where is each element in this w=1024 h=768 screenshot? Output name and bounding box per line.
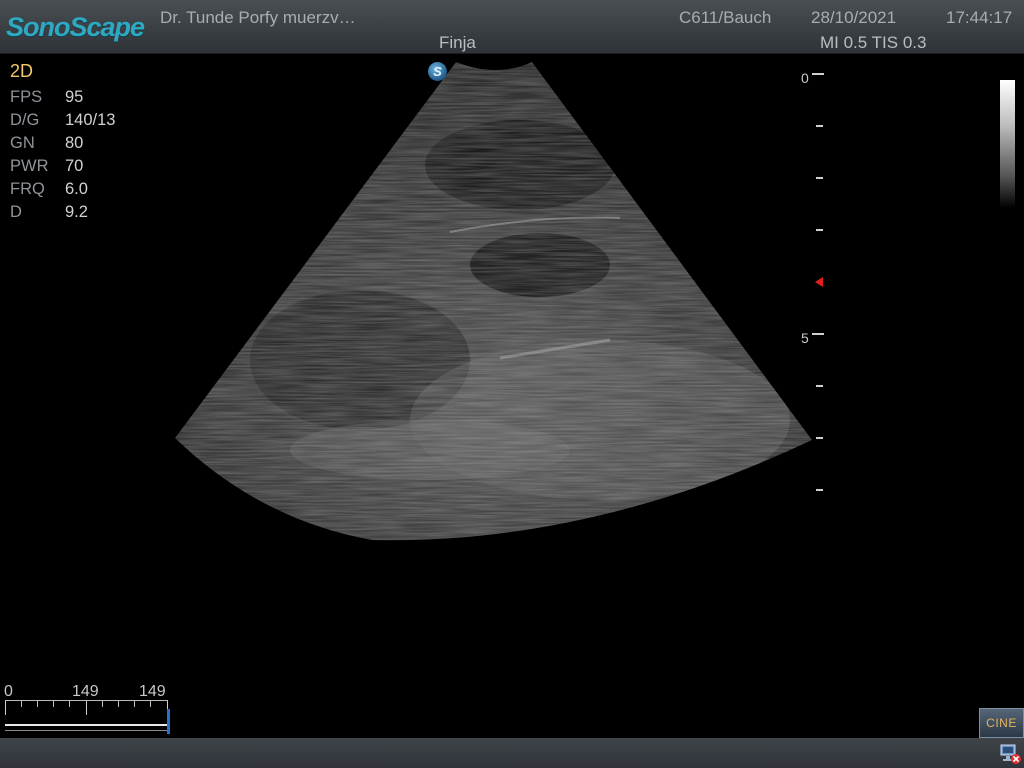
cine-tick bbox=[134, 701, 135, 707]
depth-tick bbox=[816, 177, 823, 179]
cine-button[interactable]: CINE bbox=[979, 708, 1024, 738]
depth-tick bbox=[816, 489, 823, 491]
param-row: FPS 95 bbox=[10, 88, 84, 106]
cine-tick bbox=[69, 701, 70, 707]
depth-tick bbox=[812, 73, 824, 75]
cine-tick bbox=[86, 701, 87, 715]
param-row: PWR 70 bbox=[10, 157, 84, 175]
cine-total-frames: 149 bbox=[139, 683, 166, 700]
depth-tick bbox=[816, 437, 823, 439]
depth-tick bbox=[816, 385, 823, 387]
depth-label: 0 bbox=[801, 70, 809, 86]
cine-tick bbox=[5, 701, 6, 715]
grayscale-map-bar bbox=[1000, 80, 1015, 208]
ultrasound-image bbox=[175, 62, 812, 541]
param-row: GN 80 bbox=[10, 134, 84, 152]
param-row: D/G 140/13 bbox=[10, 111, 116, 129]
cine-tick bbox=[21, 701, 22, 707]
cine-tick bbox=[150, 701, 151, 707]
cine-start-frame: 0 bbox=[4, 683, 13, 700]
cine-tick bbox=[53, 701, 54, 707]
depth-tick bbox=[812, 333, 824, 335]
cine-position-marker[interactable] bbox=[167, 709, 170, 734]
cine-timeline-bottom bbox=[5, 730, 168, 731]
cine-timeline[interactable] bbox=[5, 700, 168, 734]
focus-marker-icon[interactable] bbox=[815, 277, 823, 287]
cine-progress-line bbox=[5, 724, 168, 726]
bottom-status-bar bbox=[0, 738, 1024, 768]
cine-tick bbox=[37, 701, 38, 707]
cine-current-frame: 149 bbox=[72, 683, 99, 700]
cine-tick bbox=[102, 701, 103, 707]
cine-tick bbox=[118, 701, 119, 707]
depth-tick bbox=[816, 229, 823, 231]
imaging-mode: 2D bbox=[10, 61, 34, 81]
imaging-parameters: 2D FPS 95 D/G 140/13 GN 80 PWR 70 FRQ 6.0 D 9.… bbox=[10, 61, 115, 224]
param-row: FRQ 6.0 bbox=[10, 180, 88, 198]
depth-tick bbox=[816, 125, 823, 127]
probe-orientation-icon: S bbox=[428, 62, 447, 81]
network-disconnected-icon[interactable] bbox=[1000, 743, 1022, 765]
param-row: D 9.2 bbox=[10, 203, 88, 221]
depth-label: 5 bbox=[801, 330, 809, 346]
